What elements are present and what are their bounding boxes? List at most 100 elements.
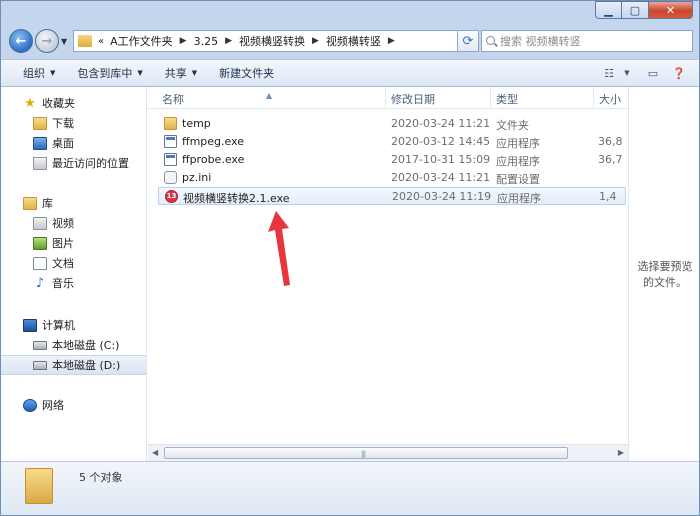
file-row-temp[interactable]: temp 2020-03-24 11:21 文件夹: [158, 115, 626, 133]
folder-icon: [164, 117, 177, 130]
close-button[interactable]: ✕: [649, 1, 693, 19]
drive-d-icon: [33, 360, 47, 370]
nav-label: 网络: [42, 399, 64, 412]
nav-label: 本地磁盘 (C:): [52, 339, 120, 352]
refresh-icon: ⟳: [462, 33, 474, 49]
view-dropdown-icon[interactable]: ▼: [619, 65, 635, 81]
search-input[interactable]: 搜索 视频横转竖: [481, 30, 693, 52]
maximize-button[interactable]: ▢: [622, 1, 649, 19]
nav-recent-places[interactable]: 最近访问的位置: [1, 153, 146, 173]
file-name: ffprobe.exe: [182, 153, 245, 166]
view-options-icon[interactable]: ☷: [601, 65, 617, 81]
minimize-icon: ▁: [604, 3, 613, 17]
executable-icon: [164, 135, 177, 148]
arrow-left-icon: ←: [15, 33, 27, 49]
preview-pane: 选择要预览的文件。: [628, 87, 699, 461]
new-folder-label: 新建文件夹: [219, 67, 275, 80]
picture-icon: [33, 236, 47, 250]
command-bar: 组织 ▼ 包含到库中 ▼ 共享 ▼ 新建文件夹 ☷ ▼ ▭ ❓: [1, 59, 699, 87]
folder-icon: [78, 35, 92, 47]
sort-ascending-icon: ▲: [266, 91, 273, 100]
search-placeholder: 搜索 视频横转竖: [500, 35, 581, 48]
content-area: ★ 收藏夹 下载 桌面 最近访问的位置 库 视频 图片 文档 ♪ 音乐 计算机 …: [1, 87, 699, 461]
file-date: 2020-03-24 11:21: [391, 171, 491, 184]
address-bar[interactable]: « A工作文件夹 ▶ 3.25 ▶ 视频横竖转换 ▶ 视频横转竖 ▶ ▼: [73, 30, 479, 52]
nav-pictures[interactable]: 图片: [1, 233, 146, 253]
chevron-right-icon[interactable]: ▶: [312, 36, 319, 46]
nav-favorites[interactable]: ★ 收藏夹: [1, 93, 146, 113]
network-icon: [23, 398, 37, 412]
file-name: 视频横竖转换2.1.exe: [183, 192, 290, 205]
organize-menu[interactable]: 组织 ▼: [23, 65, 55, 81]
window-controls: ▁ ▢ ✕: [595, 1, 693, 19]
scroll-right-icon[interactable]: ▶: [618, 448, 624, 457]
scrollbar-thumb[interactable]: |||: [164, 447, 568, 459]
scroll-left-icon[interactable]: ◀: [152, 448, 158, 457]
preview-pane-icon[interactable]: ▭: [645, 65, 661, 81]
file-row-ffmpeg[interactable]: ffmpeg.exe 2020-03-12 14:45 应用程序 36,8: [158, 133, 626, 151]
help-icon[interactable]: ❓: [671, 65, 687, 81]
minimize-button[interactable]: ▁: [595, 1, 622, 19]
nav-music[interactable]: ♪ 音乐: [1, 273, 146, 293]
column-date[interactable]: 修改日期: [391, 91, 435, 107]
include-in-library-menu[interactable]: 包含到库中 ▼: [77, 65, 142, 81]
breadcrumb-item[interactable]: 3.25: [194, 35, 219, 48]
grip-icon: |||: [361, 450, 366, 458]
caret-down-icon: ▼: [50, 69, 56, 77]
column-size[interactable]: 大小: [599, 91, 621, 107]
nav-label: 计算机: [42, 319, 75, 332]
horizontal-scrollbar[interactable]: ◀ ||| ▶: [148, 444, 628, 461]
chevron-right-icon[interactable]: ▶: [180, 36, 187, 46]
nav-label: 最近访问的位置: [52, 157, 129, 170]
download-folder-icon: [33, 116, 47, 130]
nav-drive-d[interactable]: 本地磁盘 (D:): [1, 355, 146, 375]
file-size: 36,7: [598, 153, 623, 166]
breadcrumb-item[interactable]: 视频横转竖: [326, 33, 381, 49]
new-folder-button[interactable]: 新建文件夹: [219, 65, 274, 81]
organize-label: 组织: [23, 67, 45, 80]
music-note-icon: ♪: [35, 275, 45, 291]
breadcrumb-item[interactable]: 视频横竖转换: [239, 33, 305, 49]
file-row-ffprobe[interactable]: ffprobe.exe 2017-10-31 15:09 应用程序 36,7: [158, 151, 626, 169]
file-name: ffmpeg.exe: [182, 135, 245, 148]
nav-label: 视频: [52, 217, 74, 230]
computer-icon: [23, 318, 37, 332]
file-date: 2020-03-12 14:45: [391, 135, 491, 148]
nav-label: 图片: [52, 237, 74, 250]
drive-c-icon: [33, 340, 47, 350]
share-menu[interactable]: 共享 ▼: [165, 65, 197, 81]
column-divider[interactable]: [385, 87, 386, 109]
nav-computer[interactable]: 计算机: [1, 315, 146, 335]
nav-libraries[interactable]: 库: [1, 193, 146, 213]
arrow-right-icon: →: [41, 33, 53, 49]
nav-documents[interactable]: 文档: [1, 253, 146, 273]
forward-button[interactable]: →: [35, 29, 59, 53]
file-date: 2017-10-31 15:09: [391, 153, 491, 166]
view-controls: ☷ ▼ ▭ ❓: [601, 65, 687, 81]
file-type: 配置设置: [496, 173, 540, 186]
nav-downloads[interactable]: 下载: [1, 113, 146, 133]
chevron-right-icon[interactable]: ▶: [388, 36, 395, 46]
column-divider[interactable]: [593, 87, 594, 109]
breadcrumb-item[interactable]: A工作文件夹: [110, 33, 173, 49]
file-type: 应用程序: [496, 137, 540, 150]
nav-network[interactable]: 网络: [1, 395, 146, 415]
nav-label: 收藏夹: [42, 97, 75, 110]
share-label: 共享: [164, 67, 187, 80]
nav-drive-c[interactable]: 本地磁盘 (C:): [1, 335, 146, 355]
chevron-right-icon[interactable]: ▶: [225, 36, 232, 46]
file-name: temp: [182, 117, 211, 130]
file-size: 1,4: [599, 190, 617, 203]
refresh-button[interactable]: ⟳: [457, 30, 479, 52]
column-divider[interactable]: [490, 87, 491, 109]
nav-label: 库: [42, 197, 53, 210]
nav-desktop[interactable]: 桌面: [1, 133, 146, 153]
recent-pages-dropdown[interactable]: ▼: [61, 37, 67, 46]
nav-videos[interactable]: 视频: [1, 213, 146, 233]
file-row-pz-ini[interactable]: pz.ini 2020-03-24 11:21 配置设置: [158, 169, 626, 187]
file-row-video-converter[interactable]: 13 视频横竖转换2.1.exe 2020-03-24 11:19 应用程序 1…: [158, 187, 626, 205]
column-name[interactable]: 名称: [162, 91, 184, 107]
column-type[interactable]: 类型: [496, 91, 518, 107]
back-button[interactable]: ←: [9, 29, 33, 53]
breadcrumb-overflow[interactable]: «: [98, 36, 104, 47]
